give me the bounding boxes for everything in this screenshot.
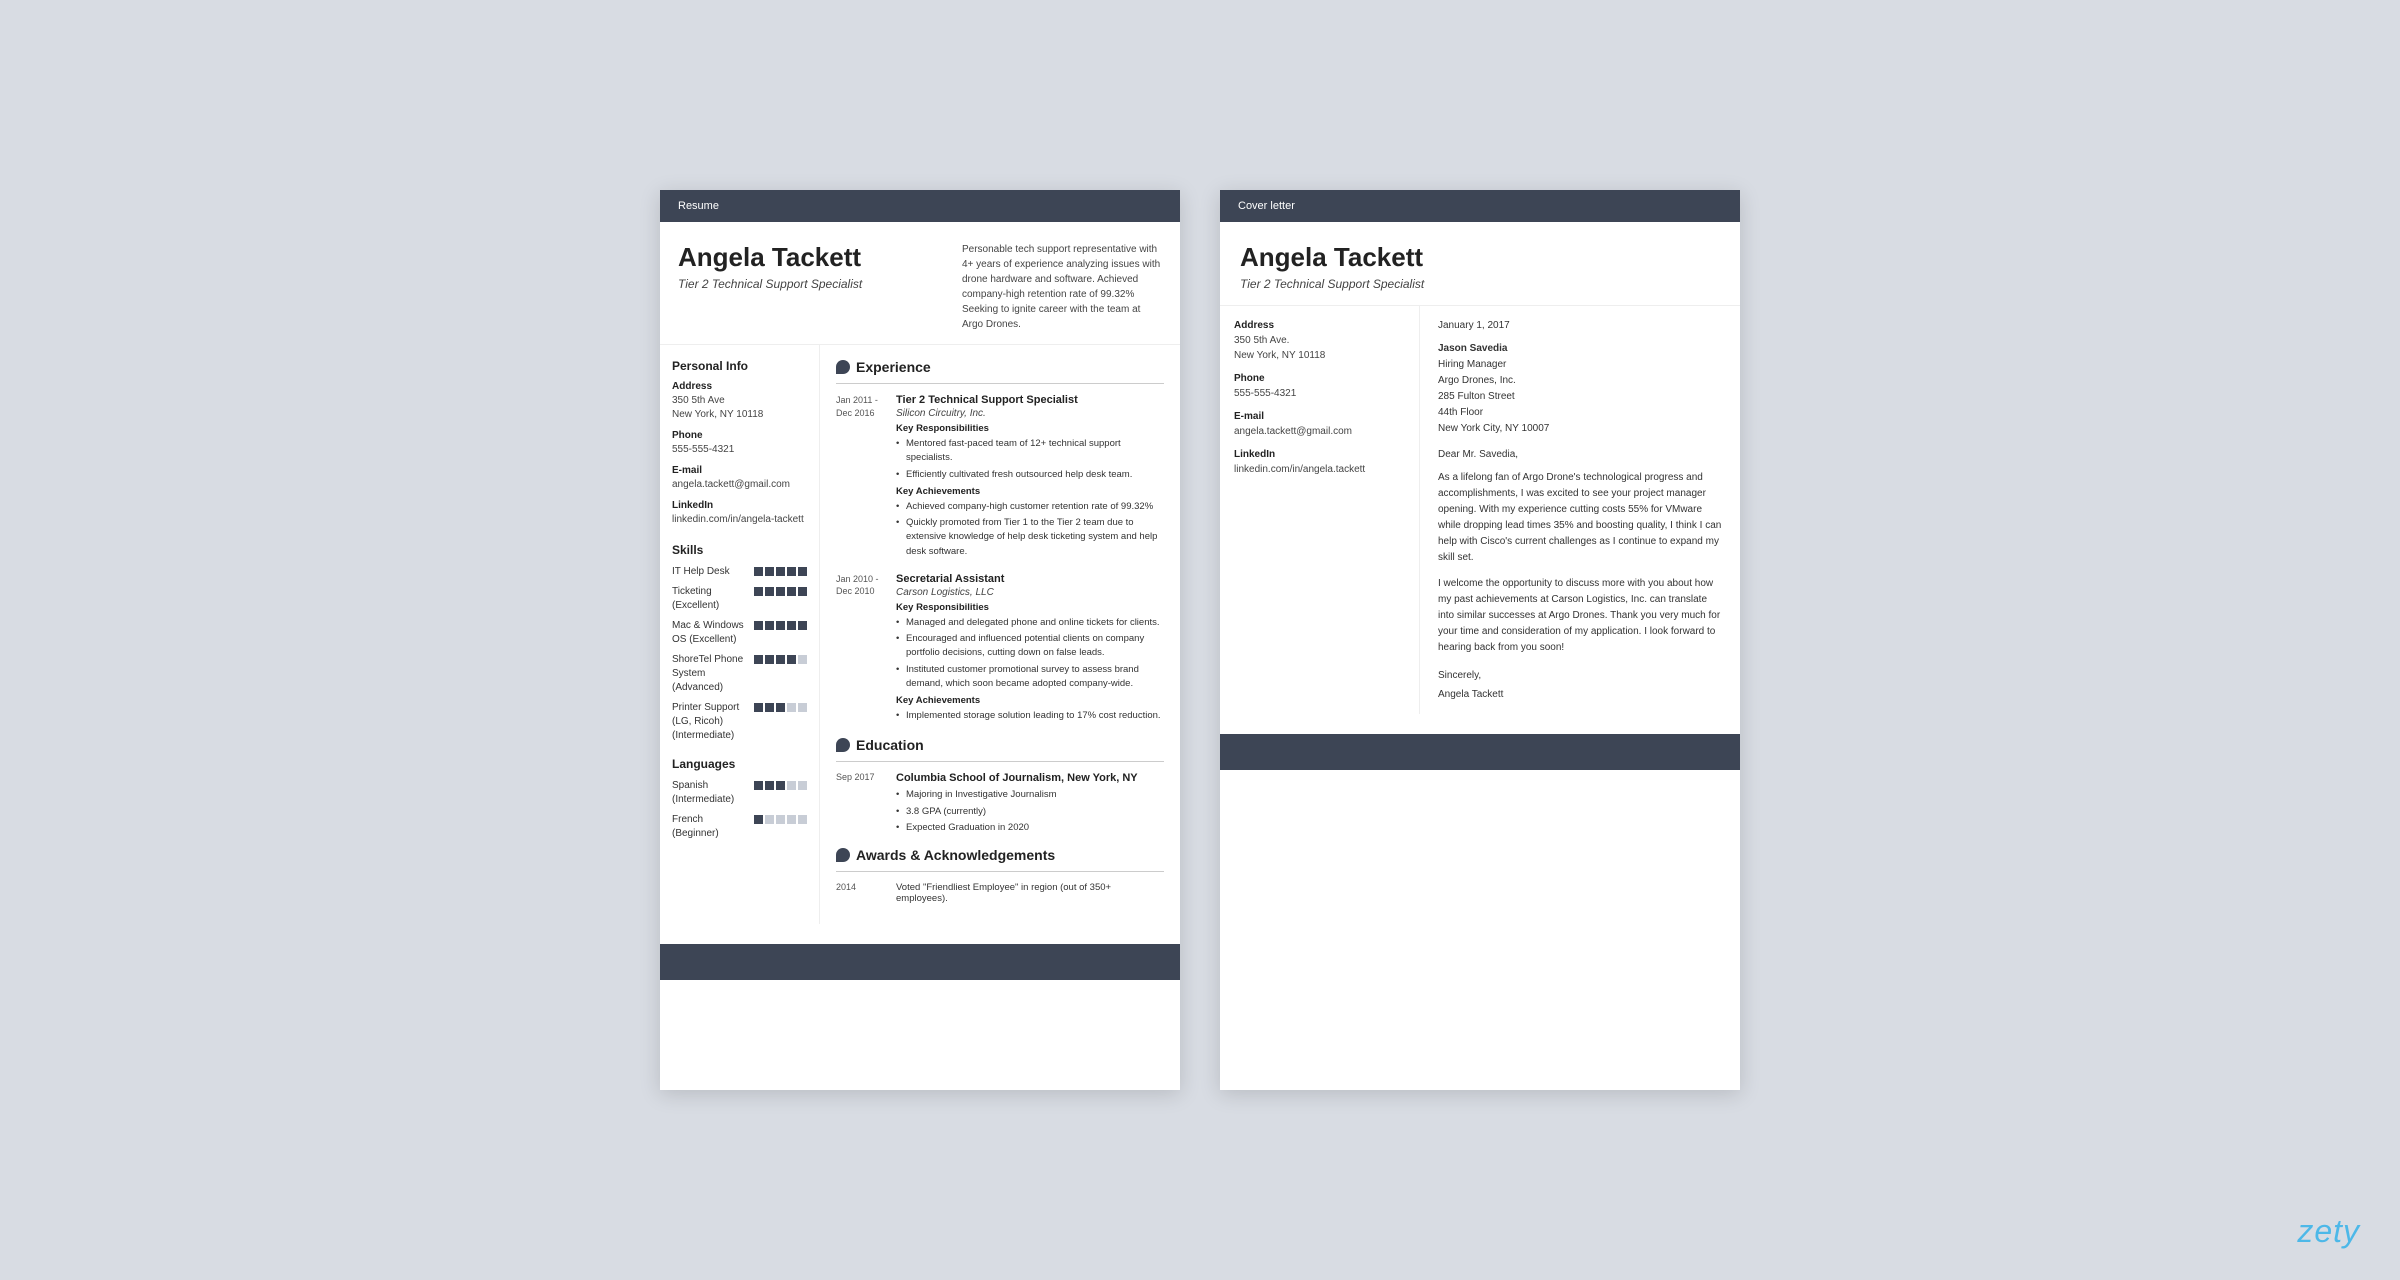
address-value: 350 5th Ave New York, NY 10118 (672, 394, 807, 422)
cover-recipient: Jason Savedia Hiring Manager Argo Drones… (1438, 341, 1722, 437)
linkedin-label: LinkedIn (672, 500, 807, 511)
cover-phone-label: Phone (1234, 373, 1405, 384)
cover-address-value: 350 5th Ave. New York, NY 10118 (1234, 333, 1405, 363)
cover-closing: Sincerely, (1438, 670, 1722, 681)
resume-footer (660, 944, 1180, 980)
linkedin-value: linkedin.com/in/angela-tackett (672, 513, 807, 527)
languages-container: Spanish (Intermediate) French (Beginner) (672, 779, 807, 841)
cover-paragraph1: As a lifelong fan of Argo Drone's techno… (1438, 470, 1722, 566)
cover-date: January 1, 2017 (1438, 320, 1722, 331)
resume-name-left: Angela Tackett Tier 2 Technical Support … (678, 242, 862, 291)
experience-icon (836, 360, 850, 374)
skill-item: IT Help Desk (672, 565, 807, 579)
address-label: Address (672, 381, 807, 392)
cover-left-col: Address 350 5th Ave. New York, NY 10118 … (1220, 306, 1420, 714)
awards-header-row: Awards & Acknowledgements (836, 847, 1164, 863)
languages-title: Languages (672, 757, 807, 771)
cover-paragraph2: I welcome the opportunity to discuss mor… (1438, 576, 1722, 656)
recipient-name: Jason Savedia (1438, 343, 1507, 354)
cover-greeting: Dear Mr. Savedia, (1438, 449, 1722, 460)
awards-entry: 2014Voted "Friendliest Employee" in regi… (836, 882, 1164, 904)
cover-name-section: Angela Tackett Tier 2 Technical Support … (1220, 222, 1740, 306)
cover-body: Angela Tackett Tier 2 Technical Support … (1220, 222, 1740, 714)
cover-linkedin-label: LinkedIn (1234, 449, 1405, 460)
education-container: Sep 2017Columbia School of Journalism, N… (836, 772, 1164, 837)
skill-item: Printer Support (LG, Ricoh) (Intermediat… (672, 701, 807, 743)
cover-email-value: angela.tackett@gmail.com (1234, 424, 1405, 439)
cover-linkedin-value: linkedin.com/in/angela.tackett (1234, 462, 1405, 477)
personal-info-title: Personal Info (672, 359, 807, 373)
documents-container: Resume Angela Tackett Tier 2 Technical S… (620, 150, 1780, 1130)
cover-footer (1220, 734, 1740, 770)
cover-phone-value: 555-555-4321 (1234, 386, 1405, 401)
education-title: Education (856, 737, 924, 753)
cover-right-col: January 1, 2017 Jason Savedia Hiring Man… (1420, 306, 1740, 714)
email-value: angela.tackett@gmail.com (672, 478, 807, 492)
resume-right-col: Experience Jan 2011 -Dec 2016Tier 2 Tech… (820, 345, 1180, 924)
phone-label: Phone (672, 430, 807, 441)
cover-name: Angela Tackett (1240, 242, 1720, 273)
education-icon (836, 738, 850, 752)
cover-email-label: E-mail (1234, 411, 1405, 422)
experience-entry: Jan 2010 -Dec 2010Secretarial AssistantC… (836, 573, 1164, 726)
cover-title: Tier 2 Technical Support Specialist (1240, 277, 1720, 291)
skill-item: Mac & Windows OS (Excellent) (672, 619, 807, 647)
awards-container: 2014Voted "Friendliest Employee" in regi… (836, 882, 1164, 904)
awards-icon (836, 848, 850, 862)
education-entry: Sep 2017Columbia School of Journalism, N… (836, 772, 1164, 837)
resume-summary: Personable tech support representative w… (962, 242, 1162, 332)
cover-header-bar: Cover letter (1220, 190, 1740, 222)
resume-name: Angela Tackett (678, 242, 862, 273)
skills-title: Skills (672, 543, 807, 557)
resume-name-section: Angela Tackett Tier 2 Technical Support … (660, 222, 1180, 345)
resume-title: Tier 2 Technical Support Specialist (678, 277, 862, 291)
zety-logo: zety (2297, 1213, 2360, 1250)
resume-body: Angela Tackett Tier 2 Technical Support … (660, 222, 1180, 924)
recipient-company: Argo Drones, Inc. (1438, 375, 1516, 386)
skill-item: Ticketing (Excellent) (672, 585, 807, 613)
recipient-address3: New York City, NY 10007 (1438, 423, 1549, 434)
experience-container: Jan 2011 -Dec 2016Tier 2 Technical Suppo… (836, 394, 1164, 725)
education-header-row: Education (836, 737, 1164, 753)
cover-columns: Address 350 5th Ave. New York, NY 10118 … (1220, 306, 1740, 714)
cover-signoff: Angela Tackett (1438, 689, 1722, 700)
skill-item: ShoreTel Phone System (Advanced) (672, 653, 807, 695)
experience-title: Experience (856, 359, 931, 375)
phone-value: 555-555-4321 (672, 443, 807, 457)
resume-left-col: Personal Info Address 350 5th Ave New Yo… (660, 345, 820, 924)
resume-columns: Personal Info Address 350 5th Ave New Yo… (660, 345, 1180, 924)
language-item: French (Beginner) (672, 813, 807, 841)
resume-document: Resume Angela Tackett Tier 2 Technical S… (660, 190, 1180, 1090)
awards-title: Awards & Acknowledgements (856, 847, 1055, 863)
language-item: Spanish (Intermediate) (672, 779, 807, 807)
experience-entry: Jan 2011 -Dec 2016Tier 2 Technical Suppo… (836, 394, 1164, 561)
recipient-title: Hiring Manager (1438, 359, 1506, 370)
recipient-address1: 285 Fulton Street (1438, 391, 1515, 402)
experience-header-row: Experience (836, 359, 1164, 375)
email-label: E-mail (672, 465, 807, 476)
cover-address-label: Address (1234, 320, 1405, 331)
cover-label: Cover letter (1238, 200, 1295, 212)
skills-container: IT Help Desk Ticketing (Excellent) Mac & W… (672, 565, 807, 743)
resume-header-bar: Resume (660, 190, 1180, 222)
resume-label: Resume (678, 200, 719, 212)
recipient-address2: 44th Floor (1438, 407, 1483, 418)
cover-letter-document: Cover letter Angela Tackett Tier 2 Techn… (1220, 190, 1740, 1090)
